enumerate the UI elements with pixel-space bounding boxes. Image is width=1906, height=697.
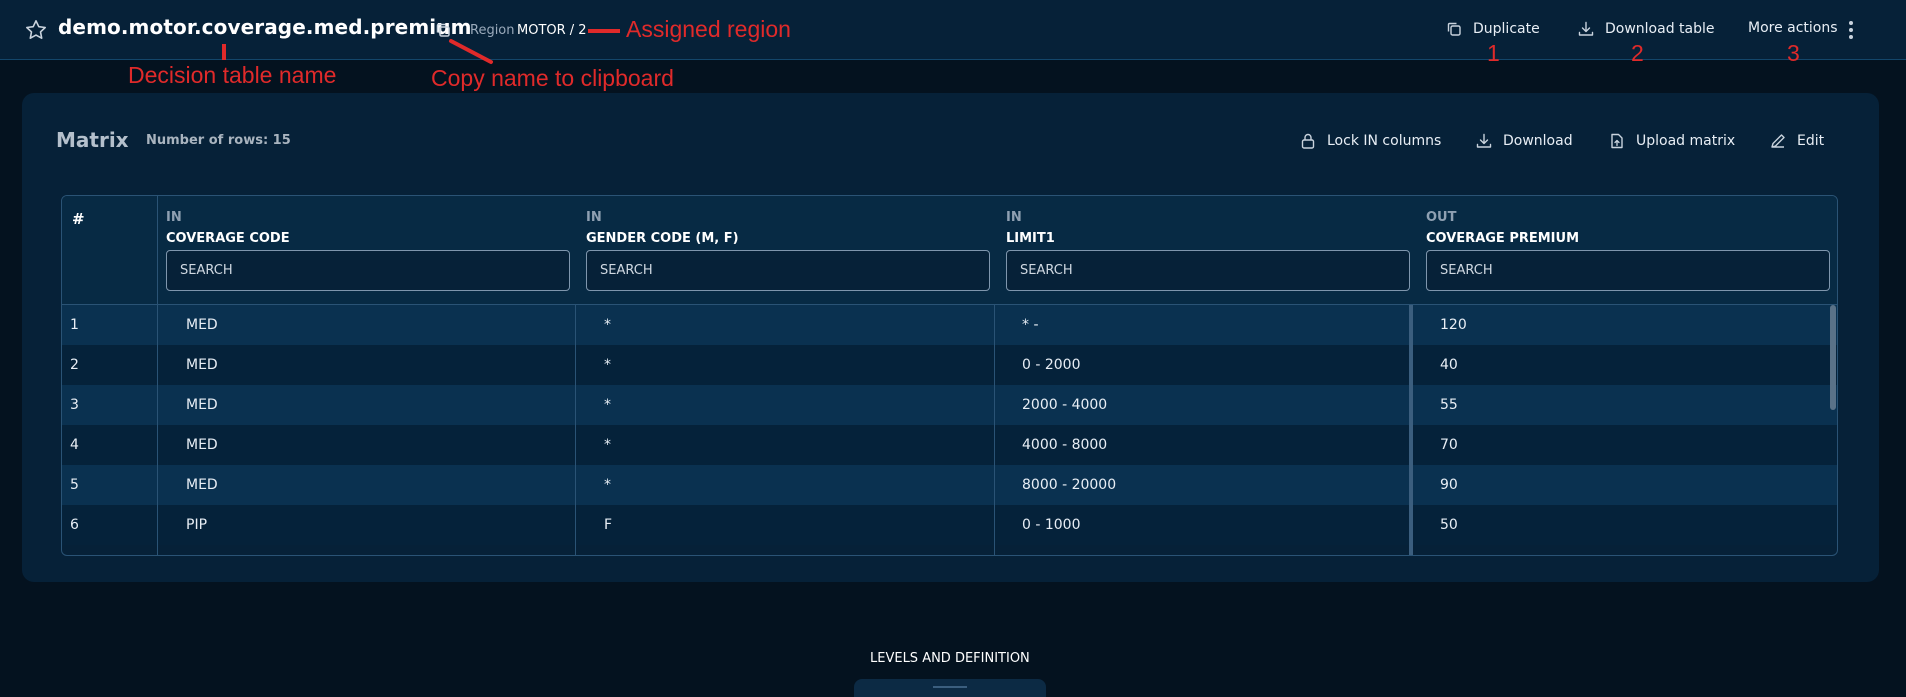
cell-gender-code[interactable]: * (604, 345, 611, 385)
table-body: 1 MED * * - 120 2 MED * 0 - 2000 40 3 ME… (62, 305, 1837, 555)
decision-table-name-annotation: Decision table name (128, 62, 337, 88)
cell-coverage-code[interactable]: PIP (186, 505, 207, 545)
cell-limit1[interactable]: 0 - 2000 (1022, 345, 1081, 385)
download-label: Download (1503, 133, 1573, 149)
cell-limit1[interactable]: 4000 - 8000 (1022, 425, 1107, 465)
lock-icon (1301, 133, 1315, 149)
cell-limit1[interactable]: 0 - 1000 (1022, 505, 1081, 545)
column-direction: IN (586, 210, 602, 225)
download-table-label: Download table (1605, 21, 1715, 37)
cell-coverage-premium[interactable]: 90 (1440, 465, 1458, 505)
column-name: COVERAGE PREMIUM (1426, 231, 1580, 246)
table-row[interactable]: 4 MED * 4000 - 8000 70 (62, 425, 1837, 465)
cell-gender-code[interactable]: * (604, 465, 611, 505)
download-icon (1476, 133, 1492, 148)
edit-label: Edit (1797, 133, 1825, 149)
duplicate-button[interactable]: Duplicate (1445, 20, 1540, 38)
cell-coverage-premium[interactable]: 70 (1440, 425, 1458, 465)
upload-matrix-button[interactable]: Upload matrix (1608, 132, 1735, 150)
column-direction: OUT (1426, 210, 1457, 225)
region-label: Region (470, 23, 515, 38)
table-row[interactable]: 2 MED * 0 - 2000 40 (62, 345, 1837, 385)
column-name: COVERAGE CODE (166, 231, 290, 246)
duplicate-label: Duplicate (1473, 21, 1540, 37)
matrix-title: Matrix (56, 128, 129, 152)
column-name: LIMIT1 (1006, 231, 1055, 246)
cell-gender-code[interactable]: * (604, 305, 611, 345)
copy-name-annotation: Copy name to clipboard (431, 65, 674, 91)
search-input-gender-code[interactable] (586, 250, 990, 291)
cell-coverage-code[interactable]: MED (186, 425, 218, 465)
row-number-column: # (62, 196, 158, 555)
download-icon (1578, 21, 1594, 36)
row-count: Number of rows: 15 (146, 133, 291, 148)
table-row[interactable]: 5 MED * 8000 - 20000 90 (62, 465, 1837, 505)
column-divider (994, 305, 995, 555)
cell-coverage-code[interactable]: MED (186, 465, 218, 505)
cell-coverage-premium[interactable]: 40 (1440, 345, 1458, 385)
column-divider (575, 305, 576, 555)
annotation-number-3: 3 (1787, 40, 1800, 66)
cell-gender-code[interactable]: F (604, 505, 612, 545)
annotation-number-2: 2 (1631, 40, 1644, 66)
assigned-region-annotation: Assigned region (626, 16, 791, 42)
pencil-icon (1771, 134, 1785, 148)
cell-coverage-code[interactable]: MED (186, 305, 218, 345)
table-row[interactable]: 6 PIP F 0 - 1000 50 (62, 505, 1837, 545)
table-row[interactable]: 1 MED * * - 120 (62, 305, 1837, 345)
cell-gender-code[interactable]: * (604, 425, 611, 465)
decision-table-name: demo.motor.coverage.med.premium (58, 15, 472, 39)
search-input-coverage-premium[interactable] (1426, 250, 1830, 291)
cell-coverage-premium[interactable]: 50 (1440, 505, 1458, 545)
cell-limit1[interactable]: 2000 - 4000 (1022, 385, 1107, 425)
row-number-header: # (72, 210, 85, 228)
table-scrollbar[interactable] (1830, 305, 1836, 410)
search-input-coverage-code[interactable] (166, 250, 570, 291)
in-out-divider (1409, 305, 1413, 555)
edit-button[interactable]: Edit (1769, 132, 1824, 150)
drag-grip (933, 686, 967, 688)
column-direction: IN (1006, 210, 1022, 225)
cell-limit1[interactable]: 8000 - 20000 (1022, 465, 1116, 505)
more-actions-button[interactable]: More actions (1748, 20, 1838, 36)
duplicate-icon (1447, 22, 1461, 36)
kebab-menu-icon[interactable] (1842, 18, 1860, 42)
lock-label: Lock IN columns (1327, 133, 1442, 149)
cell-limit1[interactable]: * - (1022, 305, 1039, 345)
upload-label: Upload matrix (1636, 133, 1736, 149)
matrix-table: IN COVERAGE CODE IN GENDER CODE (M, F) I… (61, 195, 1838, 556)
copy-name-icon[interactable] (434, 21, 452, 39)
table-name-pointer (222, 44, 226, 60)
search-input-limit1[interactable] (1006, 250, 1410, 291)
column-direction: IN (166, 210, 182, 225)
column-name: GENDER CODE (M, F) (586, 231, 739, 246)
annotation-number-1: 1 (1487, 40, 1500, 66)
more-actions-label: More actions (1748, 20, 1838, 36)
table-header: IN COVERAGE CODE IN GENDER CODE (M, F) I… (62, 196, 1837, 305)
favorite-star-icon[interactable] (24, 18, 48, 42)
cell-coverage-premium[interactable]: 55 (1440, 385, 1458, 425)
assigned-region-pointer (588, 29, 620, 33)
cell-coverage-premium[interactable]: 120 (1440, 305, 1467, 345)
levels-and-definition-tab[interactable]: LEVELS AND DEFINITION (870, 651, 1030, 666)
levels-drawer-handle[interactable] (854, 679, 1046, 697)
region-value: MOTOR / 2 (517, 23, 587, 38)
copy-name-pointer (449, 39, 493, 64)
cell-gender-code[interactable]: * (604, 385, 611, 425)
lock-in-columns-button[interactable]: Lock IN columns (1299, 132, 1441, 150)
top-bar: demo.motor.coverage.med.premium Region M… (0, 0, 1906, 60)
download-table-button[interactable]: Download table (1577, 20, 1715, 38)
cell-coverage-code[interactable]: MED (186, 385, 218, 425)
download-matrix-button[interactable]: Download (1475, 132, 1573, 150)
table-row[interactable]: 3 MED * 2000 - 4000 55 (62, 385, 1837, 425)
upload-file-icon (1611, 133, 1623, 149)
cell-coverage-code[interactable]: MED (186, 345, 218, 385)
